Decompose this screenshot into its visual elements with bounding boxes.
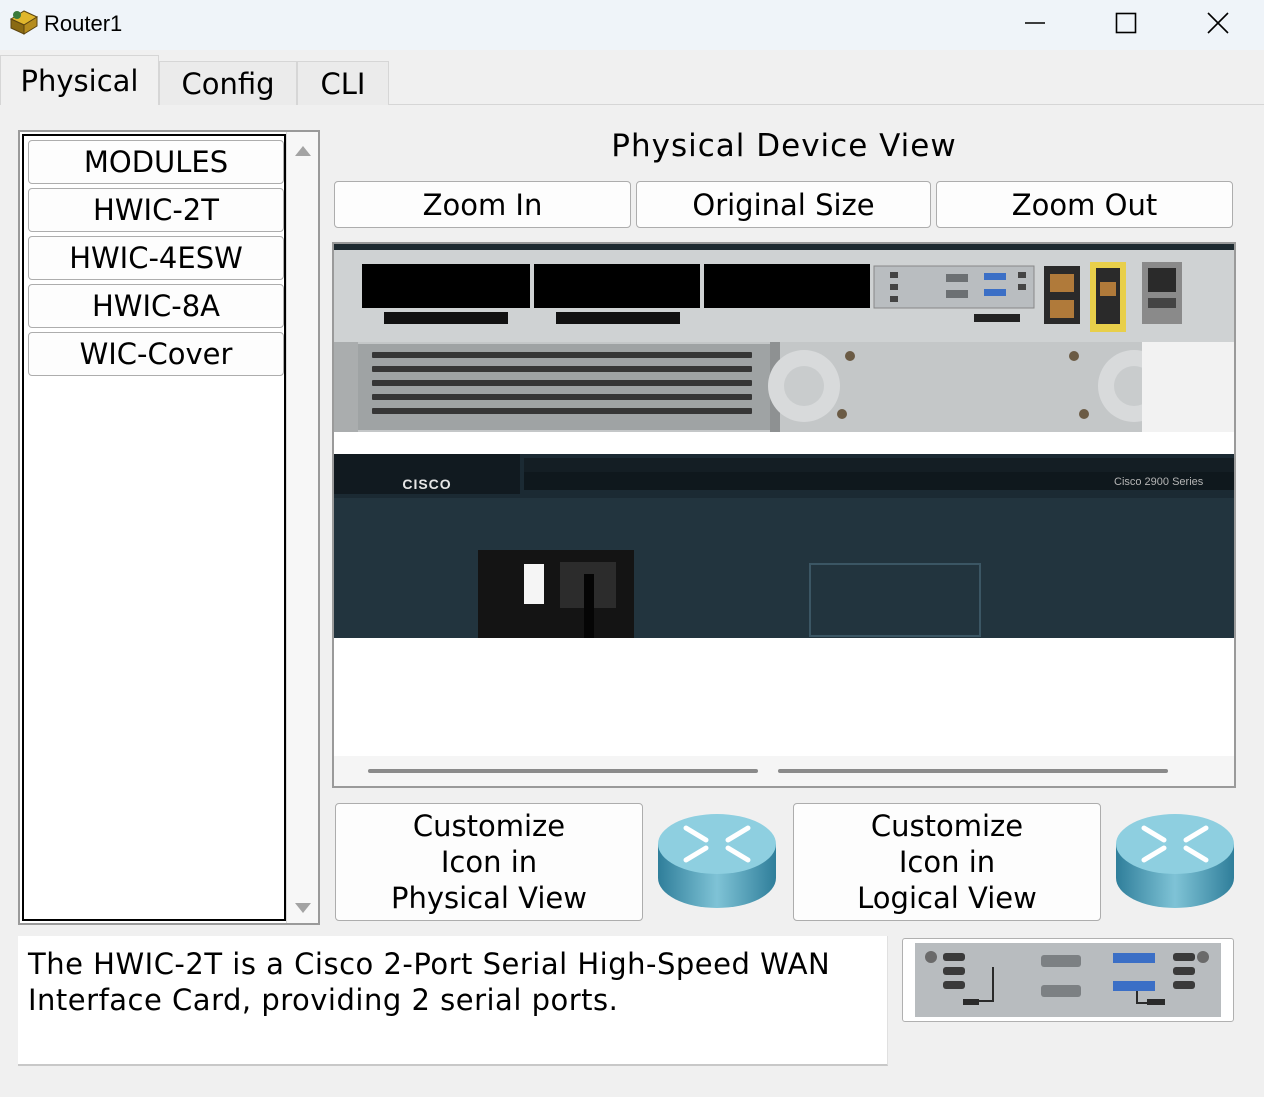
tab-cli[interactable]: CLI (297, 61, 389, 105)
zoom-out-button[interactable]: Zoom Out (936, 181, 1233, 228)
module-hwic-8a[interactable]: HWIC-8A (28, 284, 284, 328)
hwic-slot-0[interactable] (362, 264, 530, 308)
description-line-2: Interface Card, providing 2 serial ports… (28, 983, 619, 1017)
modules-list: MODULES HWIC-2T HWIC-4ESW HWIC-8A WIC-Co… (22, 134, 286, 921)
customize-logical-line-1: Customize (870, 809, 1024, 843)
module-hwic-4esw[interactable]: HWIC-4ESW (28, 236, 284, 280)
module-description: The HWIC-2T is a Cisco 2-Port Serial Hig… (28, 946, 878, 1018)
close-icon (1207, 12, 1229, 34)
hwic-2t-thumbnail-icon (915, 943, 1221, 1017)
packet-tracer-app-icon (9, 10, 39, 35)
description-line-1: The HWIC-2T is a Cisco 2-Port Serial Hig… (28, 947, 831, 981)
modules-list-panel: MODULES HWIC-2T HWIC-4ESW HWIC-8A WIC-Co… (18, 130, 320, 925)
hwic-slot-2[interactable] (704, 264, 870, 308)
front-vent-grille (334, 498, 1234, 638)
hscroll-thumb[interactable] (778, 769, 1168, 773)
minimize-button[interactable] (989, 0, 1081, 46)
hscroll-track-left[interactable] (368, 769, 758, 773)
physical-device-view-title: Physical Device View (611, 128, 957, 164)
maximize-icon (1115, 12, 1137, 34)
customize-logical-line-3: Logical View (857, 881, 1037, 915)
router-icon-logical (1116, 814, 1234, 908)
module-header-button[interactable]: MODULES (28, 140, 284, 184)
customize-logical-line-2: Icon in (898, 845, 996, 879)
close-button[interactable] (1172, 0, 1264, 46)
router-icon (658, 814, 776, 908)
title-bar: Router1 (0, 0, 1264, 50)
cisco-logo: CISCO (402, 476, 452, 492)
window-title: Router1 (44, 11, 123, 36)
customize-physical-line-2: Icon in (440, 845, 538, 879)
module-wic-cover[interactable]: WIC-Cover (28, 332, 284, 376)
module-hwic-2t[interactable]: HWIC-2T (28, 188, 284, 232)
scroll-up-arrow-icon[interactable] (295, 146, 311, 156)
tab-physical[interactable]: Physical (0, 55, 159, 105)
hwic-slot-1[interactable] (534, 264, 700, 308)
modules-scrollbar[interactable] (286, 132, 318, 923)
module-description-box: The HWIC-2T is a Cisco 2-Port Serial Hig… (18, 936, 888, 1066)
zoom-in-button[interactable]: Zoom In (334, 181, 631, 228)
router-chassis-image[interactable] (334, 244, 1234, 756)
customize-physical-line-3: Physical View (390, 881, 587, 915)
maximize-button[interactable] (1080, 0, 1172, 46)
customize-physical-line-1: Customize (412, 809, 566, 843)
chassis-series-label: Cisco 2900 Series (1114, 476, 1204, 488)
scroll-down-arrow-icon[interactable] (295, 903, 311, 913)
device-view-canvas[interactable]: CISCO Cisco 2900 Series (332, 242, 1236, 788)
customize-icon-logical-button[interactable]: Customize Icon in Logical View (793, 803, 1101, 921)
minimize-icon (1025, 22, 1045, 24)
original-size-button[interactable]: Original Size (636, 181, 931, 228)
tab-config[interactable]: Config (159, 61, 297, 105)
device-view-hscrollbar[interactable] (334, 756, 1234, 786)
module-thumbnail (902, 938, 1234, 1022)
customize-icon-physical-button[interactable]: Customize Icon in Physical View (335, 803, 643, 921)
